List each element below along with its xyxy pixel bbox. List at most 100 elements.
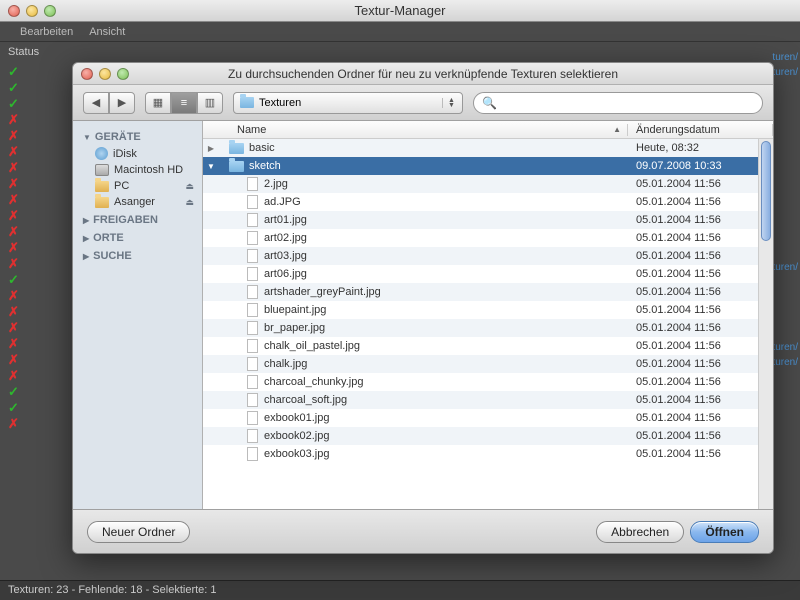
file-row[interactable]: exbook02.jpg05.01.2004 11:56 — [203, 427, 773, 445]
file-icon — [247, 303, 258, 317]
folder-icon — [229, 161, 244, 172]
idisk-icon — [95, 147, 108, 160]
file-rows: ▶basicHeute, 08:32▼sketch09.07.2008 10:3… — [203, 139, 773, 509]
new-folder-button[interactable]: Neuer Ordner — [87, 521, 190, 543]
file-icon — [247, 357, 258, 371]
file-name: chalk.jpg — [264, 358, 628, 370]
file-row[interactable]: art02.jpg05.01.2004 11:56 — [203, 229, 773, 247]
cross-icon: ✗ — [8, 176, 48, 191]
sidebar-item-label: Macintosh HD — [114, 164, 183, 176]
file-row[interactable]: ad.JPG05.01.2004 11:56 — [203, 193, 773, 211]
column-name[interactable]: Name▲ — [231, 124, 628, 136]
cross-icon: ✗ — [8, 144, 48, 159]
scrollbar-thumb[interactable] — [761, 141, 771, 241]
folder-row[interactable]: ▶basicHeute, 08:32 — [203, 139, 773, 157]
file-date: 05.01.2004 11:56 — [628, 430, 773, 442]
window-title: Textur-Manager — [0, 3, 800, 18]
file-row[interactable]: charcoal_chunky.jpg05.01.2004 11:56 — [203, 373, 773, 391]
file-name: chalk_oil_pastel.jpg — [264, 340, 628, 352]
file-row[interactable]: charcoal_soft.jpg05.01.2004 11:56 — [203, 391, 773, 409]
disclosure-triangle-icon: ▶ — [83, 234, 89, 243]
file-icon — [247, 231, 258, 245]
file-date: 05.01.2004 11:56 — [628, 196, 773, 208]
file-date: 05.01.2004 11:56 — [628, 394, 773, 406]
cross-icon: ✗ — [8, 240, 48, 255]
sidebar-shares-header[interactable]: ▶FREIGABEN — [73, 210, 202, 228]
file-date: 05.01.2004 11:56 — [628, 304, 773, 316]
file-date: 05.01.2004 11:56 — [628, 286, 773, 298]
main-titlebar: Textur-Manager — [0, 0, 800, 22]
file-date: 05.01.2004 11:56 — [628, 448, 773, 460]
sidebar-search-label: SUCHE — [93, 250, 132, 262]
sheet-footer: Neuer Ordner Abbrechen Öffnen — [73, 509, 773, 553]
dropdown-arrows-icon: ▲▼ — [442, 98, 456, 108]
scrollbar[interactable] — [758, 139, 773, 509]
eject-icon[interactable]: ⏏ — [185, 181, 194, 192]
column-view-button[interactable]: ▥ — [197, 92, 223, 114]
search-input[interactable] — [501, 97, 754, 109]
eject-icon[interactable]: ⏏ — [185, 197, 194, 208]
file-name: charcoal_soft.jpg — [264, 394, 628, 406]
menu-view[interactable]: Ansicht — [89, 26, 125, 38]
file-icon — [247, 285, 258, 299]
file-row[interactable]: exbook01.jpg05.01.2004 11:56 — [203, 409, 773, 427]
file-row[interactable]: exbook03.jpg05.01.2004 11:56 — [203, 445, 773, 463]
file-row[interactable]: art01.jpg05.01.2004 11:56 — [203, 211, 773, 229]
file-name: art02.jpg — [264, 232, 628, 244]
file-date: 05.01.2004 11:56 — [628, 250, 773, 262]
sidebar-item[interactable]: PC⏏ — [73, 178, 202, 194]
menu-edit[interactable]: Bearbeiten — [20, 26, 73, 38]
file-row[interactable]: artshader_greyPaint.jpg05.01.2004 11:56 — [203, 283, 773, 301]
sort-asc-icon: ▲ — [613, 125, 621, 134]
sidebar-item-label: iDisk — [113, 148, 137, 160]
sidebar-places-label: ORTE — [93, 232, 124, 244]
cross-icon: ✗ — [8, 192, 48, 207]
file-name: basic — [249, 142, 628, 154]
disclosure-triangle-icon: ▶ — [83, 216, 89, 225]
sidebar-devices-label: GERÄTE — [95, 131, 141, 143]
file-name: br_paper.jpg — [264, 322, 628, 334]
check-icon: ✓ — [8, 400, 48, 415]
file-icon — [247, 447, 258, 461]
check-icon: ✓ — [8, 272, 48, 287]
file-row[interactable]: art03.jpg05.01.2004 11:56 — [203, 247, 773, 265]
open-button[interactable]: Öffnen — [690, 521, 759, 543]
folder-row[interactable]: ▼sketch09.07.2008 10:33 — [203, 157, 773, 175]
sidebar: ▼ GERÄTE iDisk Macintosh HD PC⏏ Asanger ⏏ ▶FR… — [73, 121, 203, 509]
file-row[interactable]: chalk_oil_pastel.jpg05.01.2004 11:56 — [203, 337, 773, 355]
folder-icon — [229, 143, 244, 154]
sidebar-item[interactable]: Macintosh HD — [73, 162, 202, 178]
file-icon — [247, 249, 258, 263]
back-button[interactable]: ◀ — [83, 92, 109, 114]
sidebar-item[interactable]: iDisk — [73, 145, 202, 162]
cancel-button[interactable]: Abbrechen — [596, 521, 684, 543]
sidebar-item[interactable]: Asanger ⏏ — [73, 194, 202, 210]
search-field[interactable]: 🔍 — [473, 92, 763, 114]
disclosure-triangle-icon: ▼ — [83, 133, 91, 142]
disclosure-triangle-icon[interactable]: ▶ — [203, 144, 219, 153]
list-view-button[interactable]: ≡ — [171, 92, 197, 114]
file-date: 05.01.2004 11:56 — [628, 358, 773, 370]
file-row[interactable]: 2.jpg05.01.2004 11:56 — [203, 175, 773, 193]
path-dropdown[interactable]: Texturen ▲▼ — [233, 92, 463, 114]
file-name: art03.jpg — [264, 250, 628, 262]
sidebar-search-header[interactable]: ▶SUCHE — [73, 246, 202, 264]
file-date: 09.07.2008 10:33 — [628, 160, 773, 172]
file-row[interactable]: br_paper.jpg05.01.2004 11:56 — [203, 319, 773, 337]
file-date: 05.01.2004 11:56 — [628, 376, 773, 388]
sidebar-item-label: Asanger — [114, 196, 155, 208]
file-row[interactable]: art06.jpg05.01.2004 11:56 — [203, 265, 773, 283]
sidebar-places-header[interactable]: ▶ ORTE — [73, 228, 202, 246]
column-date[interactable]: Änderungsdatum — [628, 124, 773, 136]
file-row[interactable]: bluepaint.jpg05.01.2004 11:56 — [203, 301, 773, 319]
menubar: Bearbeiten Ansicht — [0, 22, 800, 42]
forward-button[interactable]: ▶ — [109, 92, 135, 114]
icon-view-button[interactable]: ▦ — [145, 92, 171, 114]
file-date: 05.01.2004 11:56 — [628, 340, 773, 352]
file-date: 05.01.2004 11:56 — [628, 232, 773, 244]
file-name: bluepaint.jpg — [264, 304, 628, 316]
file-row[interactable]: chalk.jpg05.01.2004 11:56 — [203, 355, 773, 373]
file-icon — [247, 375, 258, 389]
disclosure-triangle-icon[interactable]: ▼ — [203, 162, 219, 171]
sidebar-devices-header[interactable]: ▼ GERÄTE — [73, 127, 202, 145]
